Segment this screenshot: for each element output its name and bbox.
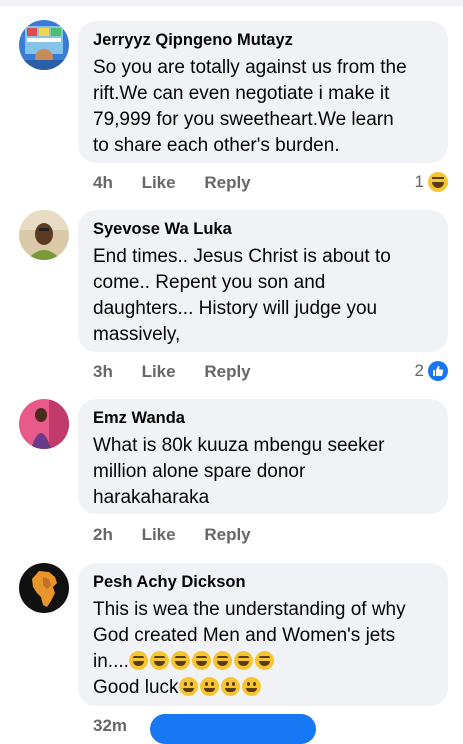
reaction-count: 2	[414, 361, 424, 380]
comment-author[interactable]: Syevose Wa Luka	[93, 219, 434, 239]
grinning-emoji-icon	[220, 677, 240, 696]
laughing-emoji-icon	[254, 651, 274, 670]
like-button[interactable]: Like	[142, 525, 176, 545]
like-button[interactable]: Like	[142, 173, 176, 193]
avatar[interactable]	[19, 563, 69, 613]
grinning-emoji-icon	[241, 677, 261, 696]
comment-timestamp[interactable]: 2h	[93, 525, 113, 545]
comment-text: So you are totally against us from the r…	[93, 57, 407, 156]
avatar[interactable]	[19, 399, 69, 449]
comment-timestamp[interactable]: 32m	[93, 716, 127, 736]
laugh-reaction-icon	[428, 172, 448, 192]
comment-actions: 2h Like Reply	[93, 525, 251, 545]
top-divider	[0, 0, 463, 6]
comment-text: What is 80k kuuza mbengu seeker million …	[93, 435, 385, 508]
comment-actions: 4h Like Reply	[93, 173, 251, 193]
comment-timestamp[interactable]: 3h	[93, 362, 113, 382]
comment-author[interactable]: Pesh Achy Dickson	[93, 572, 434, 592]
laughing-emoji-icon	[212, 651, 232, 670]
comment-text: This is wea the understanding of why God…	[93, 597, 434, 701]
comment-bubble: Pesh Achy Dickson This is wea the unders…	[78, 563, 448, 706]
reply-button[interactable]: Reply	[204, 362, 250, 382]
reaction-summary[interactable]: 2	[415, 361, 448, 381]
comment-bubble: Emz Wanda What is 80k kuuza mbengu seeke…	[78, 399, 448, 514]
laughing-emoji-icon	[149, 651, 169, 670]
comment-author[interactable]: Emz Wanda	[93, 408, 434, 428]
laughing-emoji-icon	[128, 651, 148, 670]
comment-line-with-emoji: Good luck	[93, 675, 434, 701]
comment-author[interactable]: Jerryyz Qipngeno Mutayz	[93, 30, 434, 50]
reaction-count: 1	[414, 172, 424, 191]
reply-button[interactable]: Reply	[204, 525, 250, 545]
comment-timestamp[interactable]: 4h	[93, 173, 113, 193]
grinning-emoji-icon	[199, 677, 219, 696]
avatar[interactable]	[19, 210, 69, 260]
reply-button[interactable]: Reply	[204, 173, 250, 193]
laughing-emoji-icon	[233, 651, 253, 670]
floating-action-button[interactable]	[150, 714, 316, 744]
comment-line-with-emoji: in....	[93, 649, 434, 675]
comment-actions: 3h Like Reply	[93, 362, 251, 382]
comment-bubble: Jerryyz Qipngeno Mutayz So you are total…	[78, 21, 448, 163]
reaction-summary[interactable]: 1	[415, 172, 448, 192]
comment-text: End times.. Jesus Christ is about to com…	[93, 246, 391, 345]
comment-bubble: Syevose Wa Luka End times.. Jesus Christ…	[78, 210, 448, 352]
laughing-emoji-icon	[170, 651, 190, 670]
comment-actions: 32m	[93, 716, 127, 736]
grinning-emoji-icon	[178, 677, 198, 696]
thumbs-up-reaction-icon	[428, 361, 448, 381]
laughing-emoji-icon	[191, 651, 211, 670]
avatar[interactable]	[19, 20, 69, 70]
like-button[interactable]: Like	[142, 362, 176, 382]
